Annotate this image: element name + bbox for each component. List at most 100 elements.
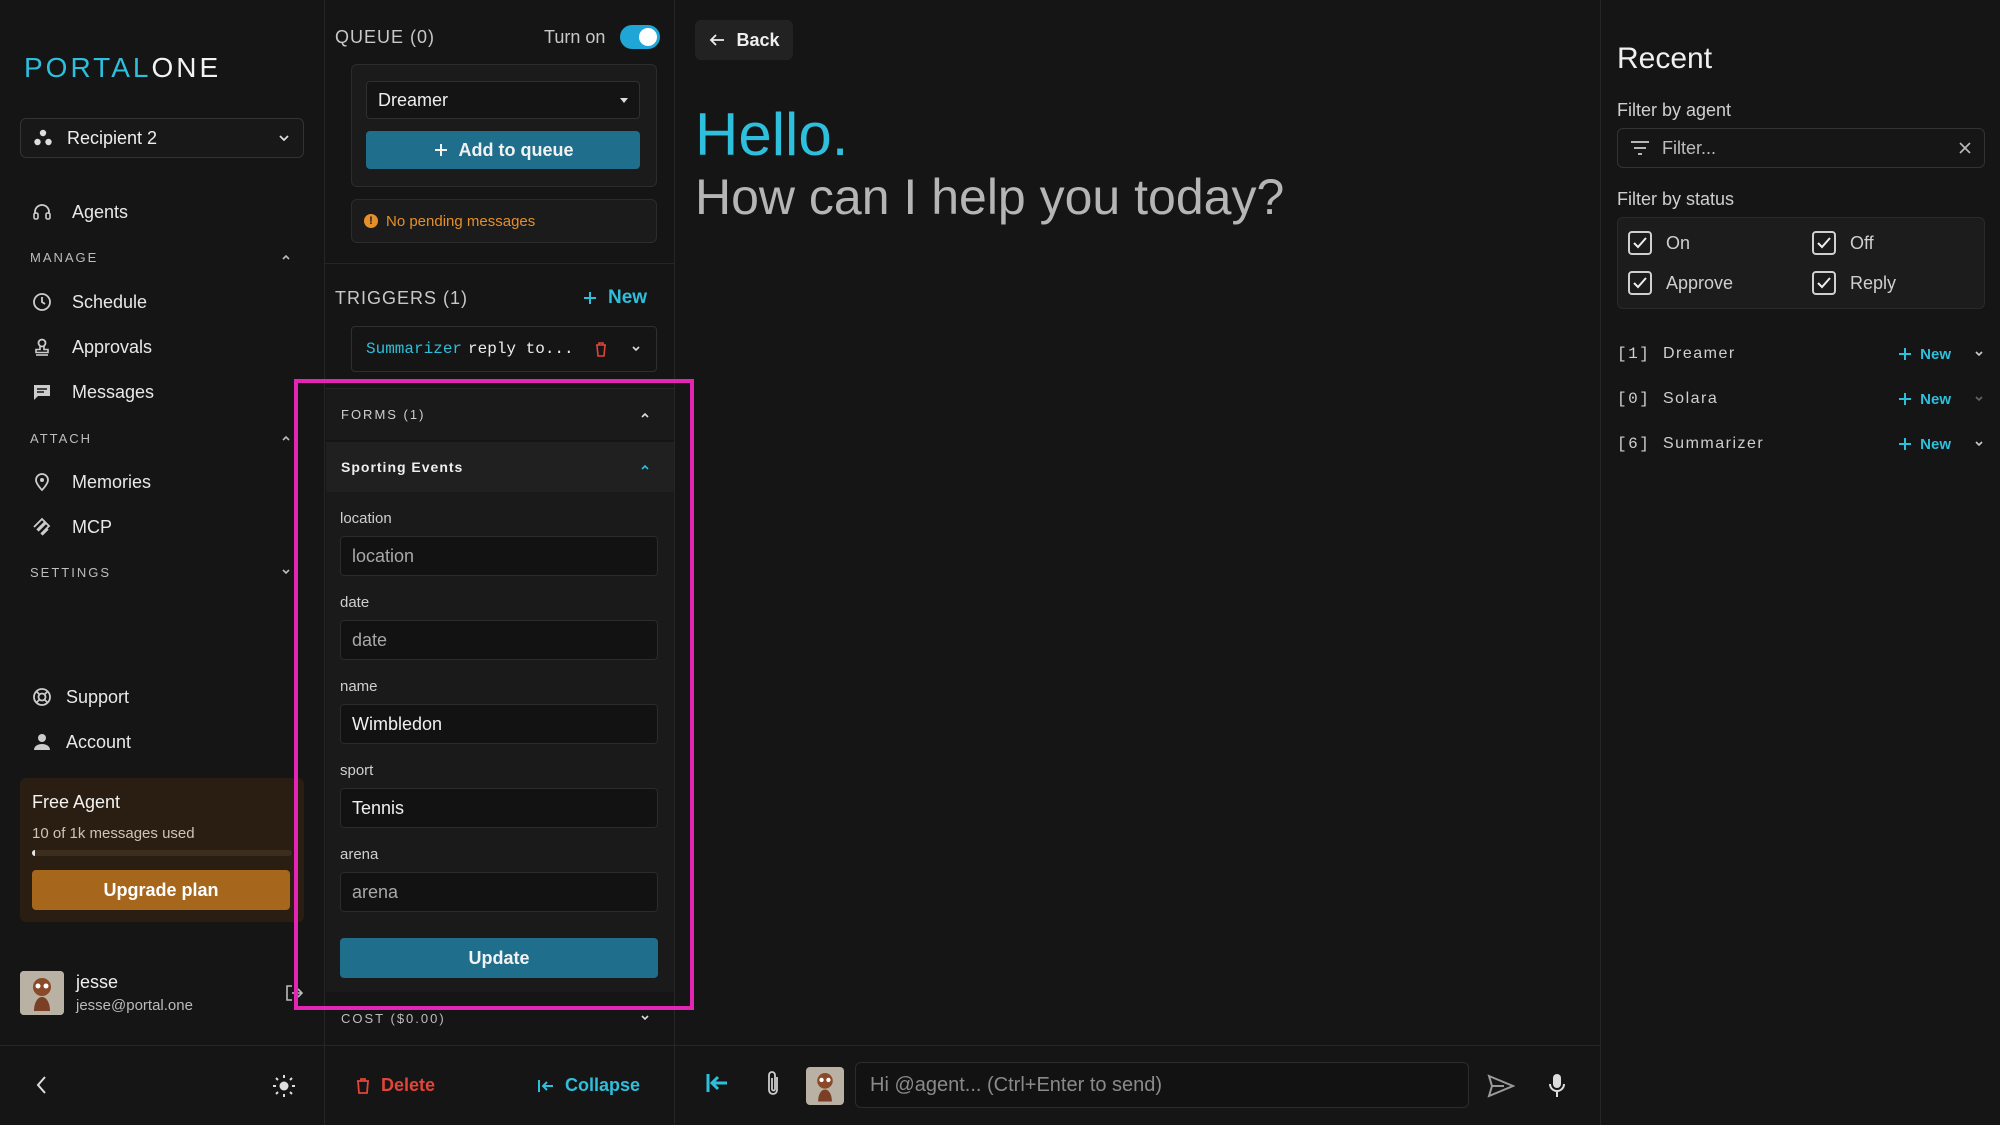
collapse-button[interactable]: Collapse [537, 1075, 640, 1096]
chevron-down-icon[interactable] [630, 343, 642, 355]
queue-box: Dreamer Add to queue [351, 64, 657, 187]
sidebar-item-account[interactable]: Account [30, 724, 131, 760]
agent-filter-input[interactable] [1662, 137, 1958, 159]
agent-name: Solara [1663, 390, 1719, 407]
checkmark-icon [1628, 231, 1652, 255]
list-item[interactable]: [6] Summarizer New [1617, 424, 1985, 464]
chevron-down-icon [280, 566, 292, 578]
collapse-icon [537, 1078, 555, 1094]
microphone-icon[interactable] [1548, 1073, 1566, 1099]
trigger-item[interactable]: Summarizer reply to... [351, 326, 657, 372]
sidebar-item-schedule[interactable]: Schedule [30, 284, 147, 320]
panel-footer: Delete Collapse [325, 1045, 675, 1125]
sidebar-item-memories[interactable]: Memories [30, 464, 151, 500]
user-icon [30, 730, 54, 754]
sidebar-item-messages[interactable]: Messages [30, 374, 154, 410]
delete-button[interactable]: Delete [355, 1075, 435, 1096]
trigger-agent: Summarizer [366, 340, 463, 358]
agent-filter[interactable] [1617, 128, 1985, 168]
agent-name: Summarizer [1663, 435, 1765, 452]
status-on-checkbox[interactable]: On [1628, 231, 1690, 255]
warning-icon: ! [364, 214, 378, 228]
headset-icon [30, 200, 54, 224]
list-item[interactable]: [0] Solara New [1617, 379, 1985, 419]
plan-card: Free Agent 10 of 1k messages used Upgrad… [20, 778, 304, 922]
trash-icon [355, 1077, 371, 1095]
location-pin-icon [30, 470, 54, 494]
list-item[interactable]: [1] Dreamer New [1617, 334, 1985, 374]
mcp-icon [30, 515, 54, 539]
subgreeting: How can I help you today? [695, 169, 1285, 225]
usage-progress-bar [32, 850, 292, 856]
chevron-down-icon [277, 131, 291, 145]
plan-usage: 10 of 1k messages used [32, 825, 195, 842]
close-icon[interactable] [1958, 141, 1972, 155]
upgrade-plan-button[interactable]: Upgrade plan [32, 870, 290, 910]
checkmark-icon [1812, 231, 1836, 255]
chevron-up-icon [280, 432, 292, 444]
sidebar-item-mcp[interactable]: MCP [30, 509, 112, 545]
plan-title: Free Agent [32, 792, 121, 812]
checkmark-icon [1628, 271, 1652, 295]
add-to-queue-button[interactable]: Add to queue [366, 131, 640, 169]
chevron-up-icon [280, 251, 292, 263]
chevron-down-icon[interactable] [1973, 438, 1985, 450]
plus-icon [582, 290, 598, 306]
recent-title: Recent [1617, 42, 1713, 75]
filter-icon [1630, 140, 1650, 156]
chevron-left-icon[interactable] [32, 1074, 52, 1096]
sidebar-item-agents[interactable]: Agents [30, 194, 128, 230]
queue-toggle[interactable] [620, 25, 660, 49]
toggle-label: Turn on [544, 27, 606, 47]
user-profile[interactable]: jesse jesse@portal.one [20, 968, 304, 1018]
sun-icon[interactable] [272, 1074, 296, 1098]
queue-agent-select[interactable]: Dreamer [366, 81, 640, 119]
status-filter-group: On Off Approve Reply [1617, 217, 1985, 309]
arrow-left-icon [708, 32, 726, 48]
sidebar-footer [0, 1045, 325, 1125]
back-button[interactable]: Back [695, 20, 793, 60]
sidebar: PORTALONE Recipient 2 Agents MANAGE Sche… [0, 0, 325, 1125]
status-off-checkbox[interactable]: Off [1812, 231, 1874, 255]
highlight-box [294, 379, 694, 1010]
sidebar-item-approvals[interactable]: Approvals [30, 329, 152, 365]
new-chat-button[interactable]: New [1898, 391, 1951, 408]
expand-panel-icon[interactable] [705, 1072, 729, 1094]
new-chat-button[interactable]: New [1898, 436, 1951, 453]
agent-index: [6] [1617, 435, 1651, 453]
new-chat-button[interactable]: New [1898, 346, 1951, 363]
sidebar-item-support[interactable]: Support [30, 679, 129, 715]
recipient-label: Recipient 2 [67, 127, 158, 148]
section-attach[interactable]: ATTACH [30, 428, 292, 448]
greeting: Hello. [695, 101, 849, 168]
logo[interactable]: PORTALONE [24, 52, 221, 84]
agent-name: Dreamer [1663, 345, 1736, 362]
chevron-down-icon[interactable] [1973, 393, 1985, 405]
checkmark-icon [1812, 271, 1836, 295]
filter-status-label: Filter by status [1617, 189, 1735, 209]
plus-icon [433, 142, 449, 158]
stamp-icon [30, 335, 54, 359]
section-settings[interactable]: SETTINGS [30, 562, 292, 582]
new-trigger-button[interactable]: New [582, 287, 647, 309]
recipient-select[interactable]: Recipient 2 [20, 118, 304, 158]
trigger-text: reply to... [468, 340, 574, 358]
recent-panel: Recent Filter by agent Filter by status … [1600, 0, 2000, 1125]
status-reply-checkbox[interactable]: Reply [1812, 271, 1896, 295]
send-icon[interactable] [1487, 1074, 1515, 1098]
chat-input[interactable] [855, 1062, 1469, 1108]
paperclip-icon[interactable] [764, 1070, 782, 1098]
sidebar-item-label: Agents [72, 201, 129, 222]
status-approve-checkbox[interactable]: Approve [1628, 271, 1733, 295]
avatar [20, 971, 64, 1015]
agent-avatar[interactable] [806, 1067, 844, 1105]
clock-icon [30, 290, 54, 314]
pending-status: ! No pending messages [351, 199, 657, 243]
queue-label: QUEUE (0) [335, 27, 436, 47]
filter-agent-label: Filter by agent [1617, 100, 1732, 120]
recipient-icon [33, 128, 55, 148]
trash-icon[interactable] [594, 341, 608, 357]
section-manage[interactable]: MANAGE [30, 247, 292, 267]
chat-bar [675, 1045, 1600, 1125]
chevron-down-icon[interactable] [1973, 348, 1985, 360]
